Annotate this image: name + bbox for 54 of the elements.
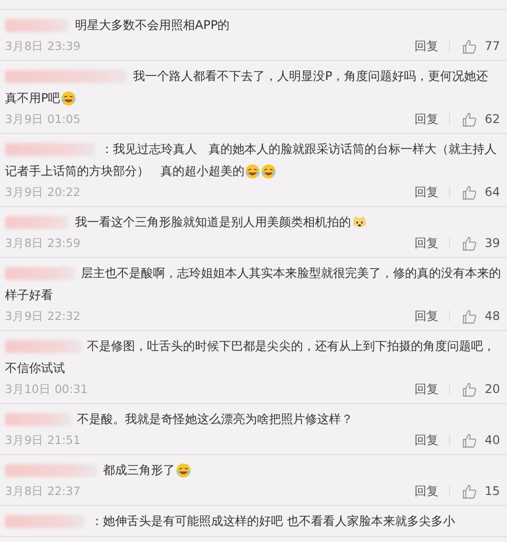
like-count: 48 (484, 309, 500, 323)
like-count: 77 (484, 39, 500, 53)
like-count: 15 (484, 484, 500, 498)
comment-text: 不是修图，吐舌头的时候下巴都是尖尖的，还有从上到下拍摄的角度问题吧， (87, 338, 495, 355)
comment-time: 3月9日 22:32 (5, 308, 82, 324)
comment-text: 不是酸。我就是奇怪她这么漂亮为啥把照片修这样？ (77, 411, 353, 428)
laughing-emoji-icon (245, 164, 260, 178)
reply-link[interactable]: 回复 (414, 184, 439, 200)
like-count: 62 (484, 112, 500, 126)
reply-link[interactable]: 回复 (414, 38, 439, 54)
like-count: 64 (484, 185, 500, 199)
comment-text: 不信你试试 (5, 360, 65, 377)
blurred-username (5, 216, 69, 228)
comment-text: 真不用P吧 (5, 90, 60, 107)
reply-link[interactable]: 回复 (414, 308, 439, 324)
comment-time: 3月8日 23:39 (5, 38, 82, 54)
thumbs-up-icon[interactable] (462, 432, 477, 448)
comment-time: 3月8日 23:59 (5, 236, 82, 250)
reply-link[interactable]: 回复 (414, 380, 439, 398)
like-count: 40 (484, 433, 500, 447)
comment-time: 3月10日 00:31 (5, 382, 89, 396)
comment-time: 3月8日 22:37 (5, 484, 82, 498)
comment-time: 3月9日 01:05 (5, 112, 82, 126)
comment-text: 样子好看 (5, 287, 53, 304)
comment-text: 明星大多数不会用照相APP的 (75, 17, 230, 34)
blurred-username (5, 18, 69, 32)
comment-text: ：她伸舌头是有可能照成这样的好吧 也不看看人家脸本来就多尖多小 (91, 513, 455, 530)
laughing-emoji-icon (61, 90, 76, 106)
comment-text: ：我见过志玲真人 真的她本人的脸就跟采访话筒的台标一样大（就主持人 (101, 141, 496, 158)
thumbs-up-icon[interactable] (462, 308, 477, 324)
laughing-emoji-icon (261, 164, 276, 178)
dog-emoji-icon (352, 214, 367, 230)
comment-text: 我一个路人都看不下去了，人明显没P，角度问题好吗，更何况她还 (133, 68, 488, 85)
thumbs-up-icon[interactable] (462, 382, 477, 396)
reply-link[interactable]: 回复 (414, 110, 439, 128)
blurred-username (5, 266, 75, 280)
comment-time: 3月9日 20:22 (5, 184, 82, 200)
thumbs-up-icon[interactable] (462, 184, 477, 200)
comment-text: 都成三角形了 (103, 462, 175, 479)
laughing-emoji-icon (176, 462, 191, 478)
comment-text: 我一看这个三角形脸就知道是别人用美颜类相机拍的 (75, 214, 351, 231)
thumbs-up-icon[interactable] (462, 38, 477, 54)
reply-link[interactable]: 回复 (414, 234, 439, 252)
comment-text: 记者手上话筒的方块部分） 真的超小超美的 (5, 163, 244, 180)
comment-time: 3月9日 21:51 (5, 432, 82, 448)
blurred-username (5, 412, 71, 426)
reply-link[interactable]: 回复 (414, 482, 439, 500)
like-count: 20 (484, 382, 500, 396)
reply-link[interactable]: 回复 (414, 432, 439, 448)
thumbs-up-icon[interactable] (462, 236, 477, 250)
thumbs-up-icon[interactable] (462, 112, 477, 126)
like-count: 39 (484, 236, 500, 250)
thumbs-up-icon[interactable] (462, 484, 477, 498)
comment-text: 层主也不是酸啊，志玲姐姐本人其实本来脸型就很完美了，修的真的没有本来的 (81, 265, 501, 282)
